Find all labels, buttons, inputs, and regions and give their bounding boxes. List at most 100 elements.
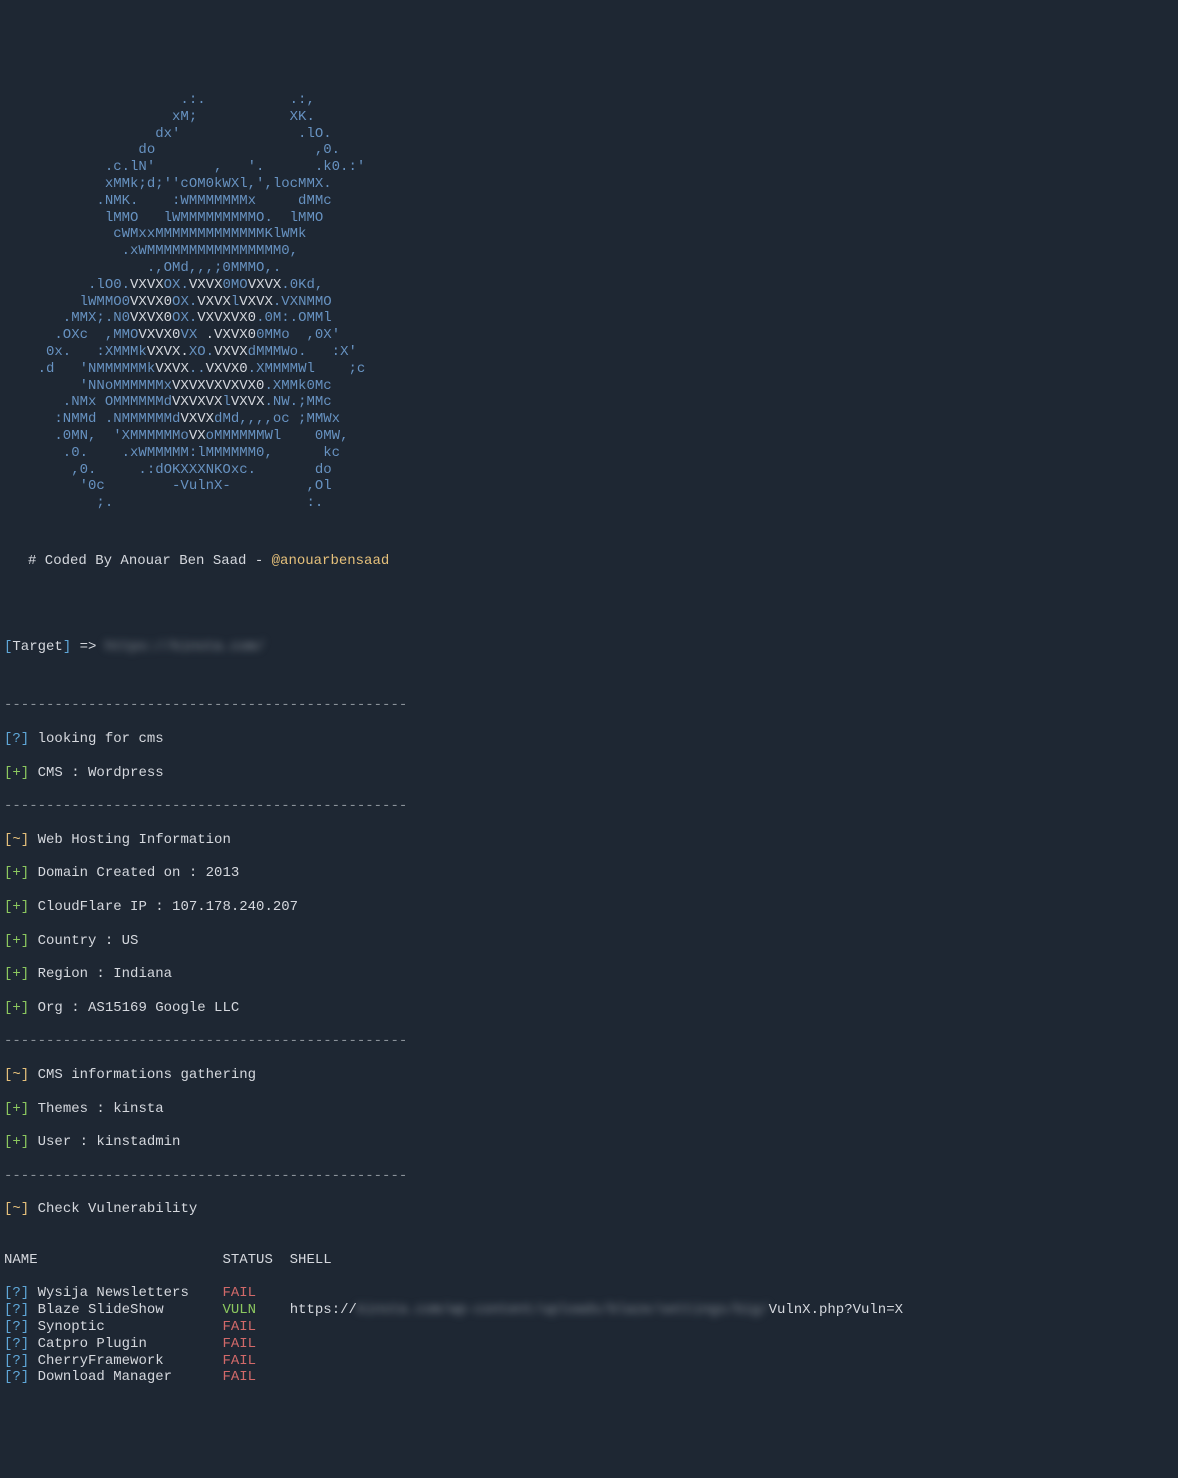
vuln-header-row: [~] Check Vulnerability [4, 1201, 1174, 1218]
vuln-status: FAIL [222, 1319, 289, 1335]
vuln-table-header: NAME STATUS SHELL [4, 1252, 1174, 1269]
ascii-line: lWMMO0VXVX0OX.VXVXlVXVX.VXNMMO [4, 294, 407, 310]
tag-bracket: [+] [4, 1101, 29, 1117]
credit-line: # Coded By Anouar Ben Saad - @anouarbens… [28, 553, 1174, 570]
vuln-name: Wysija Newsletters [38, 1285, 223, 1301]
col-name: NAME [4, 1252, 222, 1268]
tag-bracket: [~] [4, 832, 29, 848]
ascii-line: .,OMd,,,;0MMMO,. [4, 260, 432, 276]
tag-bracket: [+] [4, 1134, 29, 1150]
vuln-name: Catpro Plugin [38, 1336, 223, 1352]
vuln-row: [?] Catpro Plugin FAIL [4, 1336, 1174, 1353]
cms-looking-row: [?] looking for cms [4, 731, 1174, 748]
tag-bracket: [?] [4, 1302, 29, 1318]
hosting-row: [+] CloudFlare IP : 107.178.240.207 [4, 899, 1174, 916]
cms-info-row: [+] User : kinstadmin [4, 1134, 1174, 1151]
col-shell: SHELL [290, 1252, 332, 1268]
ascii-line: .0. .xWMMMMM:lMMMMMM0, kc [4, 445, 399, 461]
ascii-line: xMMk;d;''cOM0kWXl,',locMMX. [4, 176, 441, 192]
shell-url-blurred: kinsta.com/wp-content/uploads/blaze/sett… [357, 1302, 769, 1318]
tag-bracket: [+] [4, 933, 29, 949]
shell-url-prefix: https:// [290, 1302, 357, 1318]
vuln-name: Synoptic [38, 1319, 223, 1335]
cms-found-row: [+] CMS : Wordpress [4, 765, 1174, 782]
target-line: [Target] => https://kinsta.com/ [4, 639, 1174, 656]
ascii-line: .d 'NMMMMMMkVXVX..VXVX0.XMMMMWl ;c [4, 361, 399, 377]
cms-looking-text: looking for cms [38, 731, 164, 747]
vuln-status: FAIL [222, 1285, 289, 1301]
vuln-row: [?] Wysija Newsletters FAIL [4, 1285, 1174, 1302]
target-arrow: => [71, 639, 105, 655]
vuln-status: FAIL [222, 1369, 289, 1385]
ascii-line: 0x. :XMMMkVXVX.XO.VXVXdMMMWo. :X' [4, 344, 399, 360]
ascii-line: .c.lN' , '. .k0.:' [4, 159, 466, 175]
hosting-text: Region : Indiana [38, 966, 172, 982]
target-url: https://kinsta.com/ [105, 639, 265, 655]
ascii-line: ;. :. [4, 495, 416, 511]
ascii-line: .OXc ,MMOVXVX0VX .VXVX00MMo ,0X' [4, 327, 391, 343]
tag-bracket: [?] [4, 1319, 29, 1335]
cms-info-text: Themes : kinsta [38, 1101, 164, 1117]
bracket-close: ] [63, 639, 71, 655]
tag-bracket: [?] [4, 1369, 29, 1385]
tag-bracket: [+] [4, 865, 29, 881]
hosting-row: [+] Org : AS15169 Google LLC [4, 1000, 1174, 1017]
cms-found-text: CMS : Wordpress [38, 765, 164, 781]
separator: ----------------------------------------… [4, 1033, 1174, 1050]
tag-bracket: [+] [4, 1000, 29, 1016]
vuln-status: FAIL [222, 1336, 289, 1352]
cms-info-row: [+] Themes : kinsta [4, 1101, 1174, 1118]
tag-bracket: [~] [4, 1201, 29, 1217]
separator: ----------------------------------------… [4, 697, 1174, 714]
ascii-line: do ,0. [4, 142, 474, 158]
vuln-status: VULN [222, 1302, 289, 1318]
ascii-line: .xWMMMMMMMMMMMMMMMM0, [4, 243, 432, 259]
ascii-line: xM; XK. [4, 109, 483, 125]
hosting-row: [+] Region : Indiana [4, 966, 1174, 983]
tag-bracket: [+] [4, 966, 29, 982]
tag-bracket: [?] [4, 1285, 29, 1301]
vuln-row: [?] Blaze SlideShow VULN https://kinsta.… [4, 1302, 1174, 1319]
tag-bracket: [?] [4, 731, 29, 747]
hosting-header-text: Web Hosting Information [38, 832, 231, 848]
hosting-text: Country : US [38, 933, 139, 949]
ascii-line: dx' .lO. [4, 126, 483, 142]
ascii-line: lMMO lWMMMMMMMMMO. lMMO [4, 210, 441, 226]
ascii-line: .lO0.VXVXOX.VXVX0MOVXVX.0Kd, [4, 277, 407, 293]
ascii-line: cWMxxMMMMMMMMMMMMMKlWMk [4, 226, 432, 242]
hosting-row: [+] Domain Created on : 2013 [4, 865, 1174, 882]
vuln-name: CherryFramework [38, 1353, 223, 1369]
tag-bracket: [?] [4, 1336, 29, 1352]
vuln-row: [?] Synoptic FAIL [4, 1319, 1174, 1336]
col-status: STATUS [222, 1252, 289, 1268]
ascii-line: '0c -VulnX- ,Ol [4, 478, 407, 494]
ascii-line: .NMx OMMMMMMdVXVXVXlVXVX.NW.;MMc [4, 394, 391, 410]
ascii-line: 'NNoMMMMMMxVXVXVXVXVX0.XMMk0Mc [4, 378, 416, 394]
credit-text: # Coded By Anouar Ben Saad - [28, 553, 272, 569]
cms-info-text: User : kinstadmin [38, 1134, 181, 1150]
cms-info-header-row: [~] CMS informations gathering [4, 1067, 1174, 1084]
tag-bracket: [+] [4, 899, 29, 915]
ascii-line: .0MN, 'XMMMMMMoVXoMMMMMMWl 0MW, [4, 428, 391, 444]
vuln-header-text: Check Vulnerability [38, 1201, 198, 1217]
hosting-text: CloudFlare IP : 107.178.240.207 [38, 899, 298, 915]
tag-bracket: [?] [4, 1353, 29, 1369]
hosting-row: [+] Country : US [4, 933, 1174, 950]
ascii-line: .MMX;.N0VXVX0OX.VXVXVX0.0M:.OMMl [4, 310, 391, 326]
ascii-banner: .:. .:, xM; XK. dx' .lO. do ,0. [4, 75, 1174, 512]
vuln-name: Blaze SlideShow [38, 1302, 223, 1318]
ascii-line: :NMMd .NMMMMMMdVXVXdMd,,,,oc ;MMWx [4, 411, 390, 427]
target-label: Target [12, 639, 62, 655]
tag-bracket: [+] [4, 765, 29, 781]
hosting-header-row: [~] Web Hosting Information [4, 832, 1174, 849]
vuln-row: [?] Download Manager FAIL [4, 1369, 1174, 1386]
hosting-text: Domain Created on : 2013 [38, 865, 240, 881]
ascii-line: ,0. .:dOKXXXNKOxc. do [4, 462, 399, 478]
separator: ----------------------------------------… [4, 1168, 1174, 1185]
vuln-name: Download Manager [38, 1369, 223, 1385]
shell-url-suffix: VulnX.php?Vuln=X [769, 1302, 903, 1318]
hosting-text: Org : AS15169 Google LLC [38, 1000, 240, 1016]
ascii-line: .:. .:, [4, 92, 491, 108]
cms-info-header-text: CMS informations gathering [38, 1067, 256, 1083]
tag-bracket: [~] [4, 1067, 29, 1083]
